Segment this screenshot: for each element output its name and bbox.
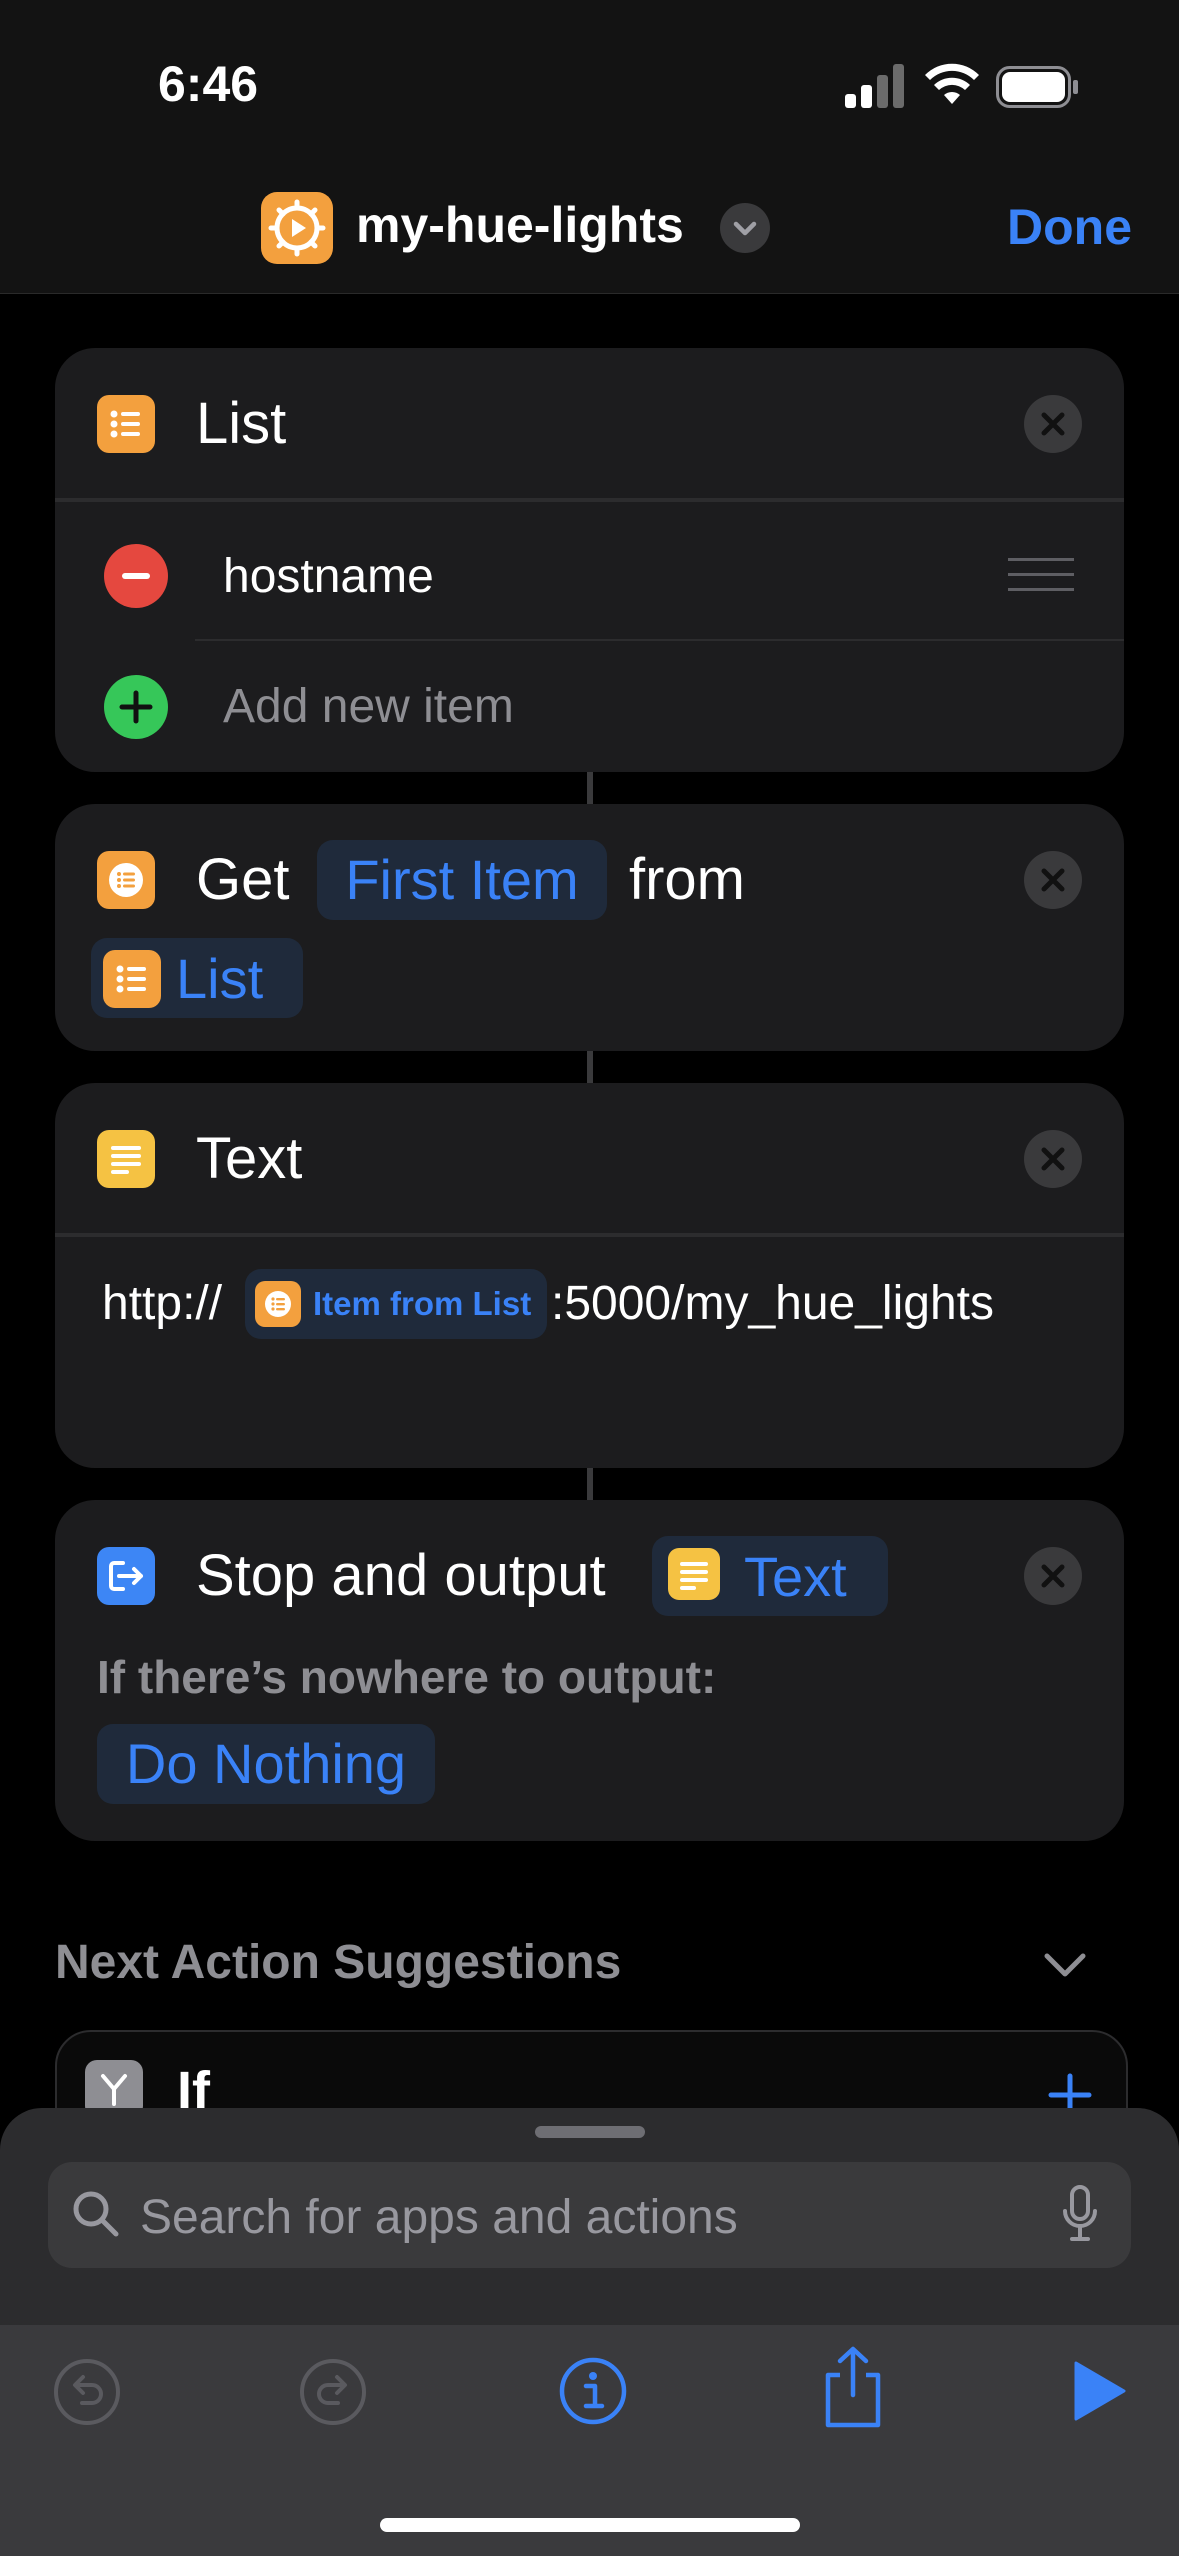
text-variable-label: Text	[744, 1545, 847, 1608]
shortcut-app-icon[interactable]	[261, 192, 333, 264]
divider	[55, 1233, 1124, 1237]
divider	[55, 498, 1124, 502]
add-new-item-placeholder[interactable]: Add new item	[223, 679, 514, 734]
search-icon	[73, 2191, 119, 2237]
minus-icon	[122, 573, 150, 579]
search-placeholder: Search for apps and actions	[140, 2191, 738, 2244]
title-menu-button[interactable]	[720, 203, 770, 253]
home-indicator	[380, 2518, 800, 2532]
cellular-signal-icon	[845, 64, 904, 108]
chevron-down-icon[interactable]	[1043, 1950, 1087, 1980]
stop-and-output-action-card[interactable]: Stop and output Text If there’s nowhere …	[55, 1500, 1124, 1841]
remove-action-button[interactable]	[1024, 1547, 1082, 1605]
item-selector-param[interactable]: First Item	[317, 840, 607, 920]
close-icon	[1041, 868, 1065, 892]
close-icon	[1041, 1147, 1065, 1171]
get-label: Get	[196, 847, 290, 912]
gear-play-icon	[268, 199, 326, 257]
from-label: from	[629, 847, 745, 912]
add-item-button[interactable]	[104, 675, 168, 739]
suggestions-title: Next Action Suggestions	[55, 1936, 622, 1989]
chevron-down-icon	[733, 221, 757, 236]
close-icon	[1041, 412, 1065, 436]
wifi-icon	[925, 63, 979, 104]
remove-action-button[interactable]	[1024, 395, 1082, 453]
item-from-list-label: Item from List	[313, 1285, 532, 1322]
remove-action-button[interactable]	[1024, 1130, 1082, 1188]
shortcut-title[interactable]: my-hue-lights	[356, 196, 684, 254]
text-suffix[interactable]: :5000/my_hue_lights	[551, 1276, 994, 1331]
text-icon	[668, 1548, 720, 1600]
list-variable-param[interactable]: List	[91, 938, 303, 1018]
play-icon[interactable]	[1072, 2360, 1128, 2422]
flow-connector	[587, 772, 593, 804]
status-time: 6:46	[158, 56, 259, 112]
fallback-action-param[interactable]: Do Nothing	[97, 1724, 435, 1804]
get-item-action-card[interactable]: Get First Item from List	[55, 804, 1124, 1051]
list-item-hostname[interactable]: hostname	[223, 549, 434, 604]
text-card-title: Text	[196, 1126, 303, 1191]
flow-connector	[587, 1051, 593, 1083]
flow-connector	[587, 1468, 593, 1500]
done-button[interactable]: Done	[1007, 198, 1132, 256]
share-icon[interactable]	[818, 2345, 888, 2429]
item-from-list-variable[interactable]: Item from List	[245, 1269, 547, 1339]
text-variable-param[interactable]: Text	[652, 1536, 888, 1616]
plus-icon	[119, 690, 153, 724]
info-icon[interactable]	[557, 2355, 629, 2427]
redo-icon[interactable]	[298, 2357, 368, 2427]
undo-icon[interactable]	[52, 2357, 122, 2427]
close-icon	[1041, 1564, 1065, 1588]
stop-output-icon	[97, 1547, 155, 1605]
list-action-card[interactable]: List hostname Add new item	[55, 348, 1124, 772]
sheet-grabber[interactable]	[535, 2126, 645, 2138]
text-icon	[97, 1130, 155, 1188]
reorder-handle-icon[interactable]	[1008, 558, 1074, 592]
divider	[195, 639, 1124, 641]
list-card-title: List	[196, 391, 287, 456]
list-icon	[103, 950, 161, 1008]
text-prefix[interactable]: http://	[102, 1276, 222, 1331]
text-action-card[interactable]: Text http:// Item from List :5000/my_hue…	[55, 1083, 1124, 1468]
delete-item-button[interactable]	[104, 544, 168, 608]
battery-icon	[996, 66, 1078, 108]
stop-output-label: Stop and output	[196, 1543, 606, 1608]
fallback-label: If there’s nowhere to output:	[97, 1651, 717, 1703]
list-icon	[97, 395, 155, 453]
get-item-icon	[97, 851, 155, 909]
get-item-icon	[255, 1281, 301, 1327]
microphone-icon[interactable]	[1062, 2185, 1098, 2245]
list-variable-label: List	[176, 947, 264, 1010]
remove-action-button[interactable]	[1024, 851, 1082, 909]
